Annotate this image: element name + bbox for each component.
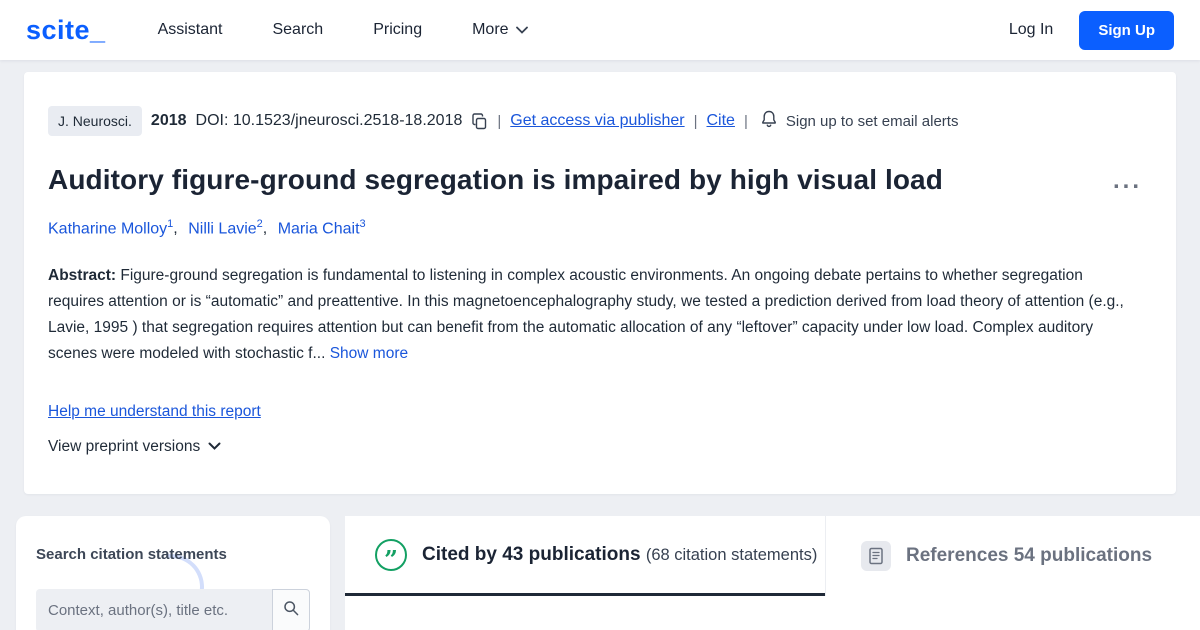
author-separator: , — [262, 220, 268, 238]
cite-link[interactable]: Cite — [707, 112, 735, 130]
abstract-label: Abstract: — [48, 267, 117, 285]
nav-item-label: More — [472, 21, 509, 38]
email-alerts-button[interactable]: Sign up to set email alerts — [761, 110, 959, 132]
search-icon — [283, 600, 299, 621]
author-list: Katharine Molloy1, Nilli Lavie2, Maria C… — [48, 218, 1152, 238]
author-link[interactable]: Katharine Molloy — [48, 220, 167, 237]
author-separator: , — [173, 220, 178, 238]
author-affiliation-sup: 3 — [359, 218, 366, 230]
citation-tabs-area: ” Cited by 43 publications (68 citation … — [345, 516, 1200, 630]
citation-tabs: ” Cited by 43 publications (68 citation … — [345, 516, 1200, 597]
separator: | — [693, 112, 698, 130]
paper-meta-row: J. Neurosci. 2018 DOI: 10.1523/jneurosci… — [48, 106, 1152, 136]
citation-search-panel: Search citation statements — [16, 516, 330, 630]
publication-year: 2018 — [150, 112, 187, 129]
citation-search-button[interactable] — [272, 589, 310, 630]
abstract-paragraph: Abstract: Figure-ground segregation is f… — [48, 263, 1143, 367]
nav-item-label: Assistant — [157, 21, 223, 38]
author-link[interactable]: Maria Chait — [278, 220, 360, 237]
top-nav-bar: scite_ Assistant Search Pricing More Log… — [0, 0, 1200, 60]
header-actions: Log In Sign Up — [1009, 10, 1174, 50]
scite-logo[interactable]: scite_ — [26, 15, 106, 46]
email-alerts-label: Sign up to set email alerts — [785, 112, 959, 130]
author-affiliation-sup: 2 — [256, 218, 263, 230]
nav-item-assistant[interactable]: Assistant — [158, 21, 223, 39]
references-doc-icon — [861, 541, 891, 572]
copy-doi-icon[interactable] — [471, 112, 488, 130]
nav-item-search[interactable]: Search — [272, 21, 323, 39]
tab-cited-by[interactable]: ” Cited by 43 publications (68 citation … — [345, 516, 825, 597]
login-link[interactable]: Log In — [1009, 21, 1053, 39]
references-label: References 54 publications — [906, 545, 1153, 567]
citation-snippet-panel: “...The results showed that lower-level … — [345, 596, 1200, 630]
smart-citation-icon: ” — [375, 538, 407, 571]
more-options-button[interactable]: ... — [1113, 169, 1142, 193]
publisher-access-link[interactable]: Get access via publisher — [510, 112, 684, 130]
preprint-versions-toggle[interactable]: View preprint versions — [48, 438, 221, 456]
chevron-down-icon — [515, 21, 528, 39]
paper-card: J. Neurosci. 2018 DOI: 10.1523/jneurosci… — [24, 72, 1176, 495]
citations-section: Search citation statements ” Cited by 43… — [0, 516, 1200, 630]
signup-button[interactable]: Sign Up — [1079, 10, 1174, 50]
main-nav: Assistant Search Pricing More — [158, 21, 528, 39]
citation-search-row — [36, 589, 310, 630]
cited-by-label: Cited by 43 publications (68 citation st… — [422, 544, 817, 566]
citation-search-heading: Search citation statements — [36, 546, 227, 564]
preprint-versions-label: View preprint versions — [48, 438, 201, 456]
citation-statements-count: (68 citation statements) — [645, 545, 818, 564]
chevron-down-icon — [208, 438, 221, 456]
separator: | — [497, 112, 502, 130]
show-more-link[interactable]: Show more — [330, 345, 408, 362]
tab-references[interactable]: References 54 publications — [825, 516, 1200, 597]
cited-by-count: Cited by 43 publications — [422, 543, 641, 565]
doi-text: DOI: 10.1523/jneurosci.2518-18.2018 — [195, 112, 463, 129]
journal-badge[interactable]: J. Neurosci. — [48, 106, 142, 136]
citation-search-input[interactable] — [36, 589, 272, 630]
bell-icon — [761, 110, 777, 132]
nav-item-more[interactable]: More — [472, 21, 528, 39]
paper-title: Auditory figure-ground segregation is im… — [48, 164, 943, 195]
nav-item-label: Search — [272, 21, 324, 38]
separator: | — [743, 112, 748, 130]
abstract-text: Figure-ground segregation is fundamental… — [48, 267, 1124, 363]
author-link[interactable]: Nilli Lavie — [188, 220, 256, 237]
help-understand-link[interactable]: Help me understand this report — [48, 403, 261, 421]
nav-item-label: Pricing — [373, 21, 423, 38]
nav-item-pricing[interactable]: Pricing — [373, 21, 422, 39]
